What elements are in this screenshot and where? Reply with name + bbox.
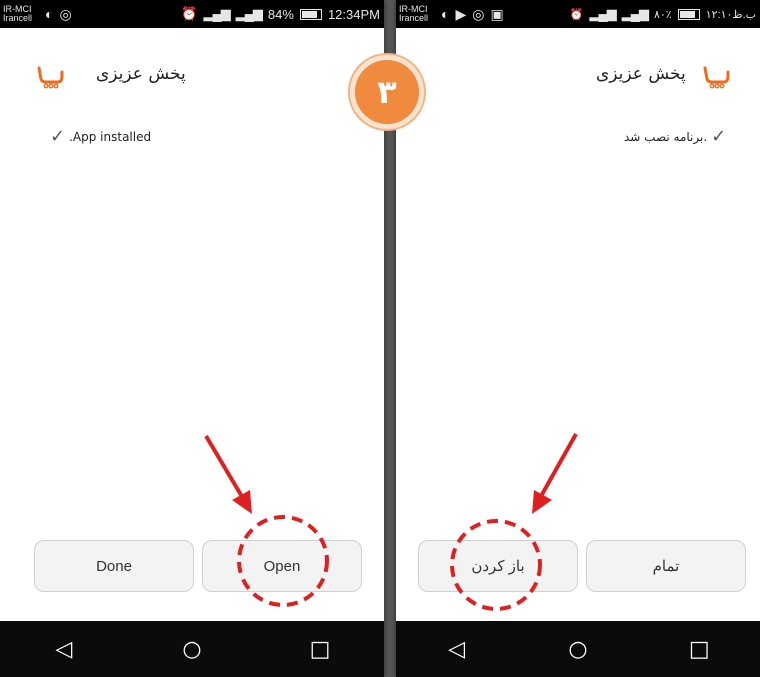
call-icon: ◐ [441,6,450,22]
battery-icon [677,8,700,20]
arrow-head [532,490,552,514]
signal-icon: ▂▄▆ [621,6,649,21]
app-title: پخش عزیزی [596,64,686,84]
carrier-label: IR-MCI Irancell [3,4,33,23]
battery-icon [299,8,322,20]
battery-percent: 84% [267,6,294,22]
call-icon: ◐ [45,6,54,22]
install-status: برنامه نصب شد. ✓ [624,126,726,147]
signal-icon: ▂▄▆ [589,6,617,21]
app-logo-icon [703,66,730,89]
recents-square-icon[interactable]: □ [300,637,340,662]
navigation-bar: ◁ ○ □ [0,621,384,677]
play-store-icon: ▶ [455,5,467,22]
recents-square-icon[interactable]: □ [679,637,719,662]
done-button[interactable]: Done [34,540,194,592]
navigation-bar: ◁ ○ □ [396,621,760,677]
alarm-icon: ⏰ [569,8,584,21]
image-icon: ▣ [490,5,504,22]
back-triangle-icon[interactable]: ◁ [44,637,84,662]
battery-percent: ۸۰٪ [653,8,672,21]
check-icon: ✓ [50,126,66,147]
home-circle-icon[interactable]: ○ [172,637,212,662]
open-button[interactable]: باز کردن [418,540,578,592]
left-phone-screen: IR-MCI Irancell ◐ ◎ ⏰ ▂▄▆ ▂▄▆ 84% 12:34P… [0,0,384,677]
signal-icon: ▂▄▆ [235,6,263,21]
back-triangle-icon[interactable]: ◁ [437,637,477,662]
clock: 12:34PM [327,6,380,22]
status-bar: IR-MCI Irancell ◐ ▶ ◎ ▣ ⏰ ▂▄▆ ▂▄▆ ۸۰٪ ۱۲… [396,0,760,28]
carrier-label: IR-MCI Irancell [399,4,429,23]
app-logo-icon [37,66,64,89]
status-bar: IR-MCI Irancell ◐ ◎ ⏰ ▂▄▆ ▂▄▆ 84% 12:34P… [0,0,384,28]
notification-icon: ◎ [59,5,72,22]
install-status: ✓ .App installed [50,126,151,147]
arrow-shaft [204,434,246,502]
install-message: برنامه نصب شد. [624,129,708,144]
right-phone-screen: IR-MCI Irancell ◐ ▶ ◎ ▣ ⏰ ▂▄▆ ▂▄▆ ۸۰٪ ۱۲… [396,0,760,677]
done-button[interactable]: تمام [586,540,746,592]
open-button[interactable]: Open [202,540,362,592]
alarm-icon: ⏰ [181,6,198,21]
notification-icon: ◎ [472,5,485,22]
signal-icon: ▂▄▆ [203,6,230,21]
app-title: پخش عزیزی [96,64,186,84]
arrow-shaft [538,433,578,499]
clock: ۱۲:۱۰ب.ظ [705,8,756,21]
step-number-badge: ۳ [350,55,424,129]
install-message: .App installed [69,129,152,144]
check-icon: ✓ [711,126,727,147]
home-circle-icon[interactable]: ○ [558,637,598,662]
arrow-head [232,490,252,514]
